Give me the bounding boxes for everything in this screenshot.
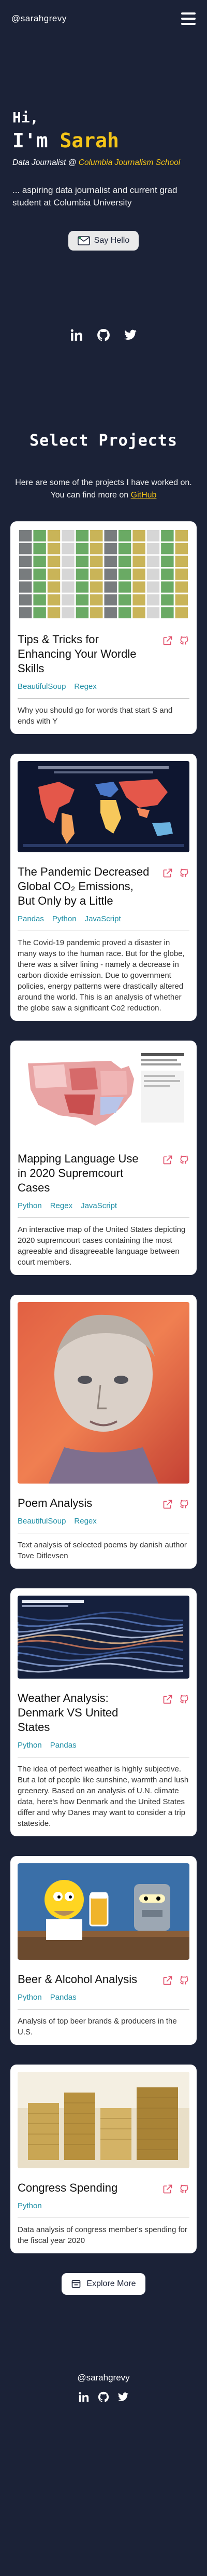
divider	[18, 1217, 189, 1218]
hero-social-links	[12, 328, 195, 344]
github-icon[interactable]	[98, 2391, 109, 2405]
projects-intro: Here are some of the projects I have wor…	[10, 477, 197, 502]
github-icon[interactable]	[179, 2184, 189, 2194]
project-card-supremecourt[interactable]: Mapping Language Use in 2020 Supremcourt…	[10, 1041, 197, 1275]
name-text: Sarah	[60, 129, 119, 152]
github-icon[interactable]	[179, 1155, 189, 1165]
project-description: Data analysis of congress member's spend…	[18, 2225, 188, 2245]
project-card-poem[interactable]: Poem Analysis BeautifulSoup Regex Text a…	[10, 1295, 197, 1569]
footer-social-links	[78, 2391, 129, 2405]
tag: Python	[52, 915, 77, 923]
projects-intro-line: Here are some of the projects I have wor…	[15, 478, 192, 487]
greeting: Hi,	[12, 109, 39, 126]
top-bar: @sarahgrevy	[0, 0, 207, 37]
projects-section: Select Projects Here are some of the pro…	[0, 432, 207, 2366]
world-map-thumbnail	[18, 761, 189, 852]
github-icon[interactable]	[179, 868, 189, 878]
cartoon-beer-thumbnail	[18, 1863, 189, 1960]
external-link-icon[interactable]	[162, 1975, 173, 1986]
project-card-weather[interactable]: Weather Analysis: Denmark VS United Stat…	[10, 1588, 197, 1836]
project-card-wordle[interactable]: Tips & Tricks for Enhancing Your Wordle …	[10, 521, 197, 734]
project-card-beer[interactable]: Beer & Alcohol Analysis Python Pandas An…	[10, 1856, 197, 2045]
say-hello-button[interactable]: Say Hello	[68, 231, 139, 251]
project-description: The Covid-19 pandemic proved a disaster …	[18, 938, 185, 1013]
projects-intro-more: You can find more on	[50, 491, 131, 500]
role-line: Data Journalist @ Columbia Journalism Sc…	[12, 157, 195, 169]
github-icon[interactable]	[179, 1694, 189, 1705]
external-link-icon[interactable]	[162, 1694, 173, 1705]
folder-icon	[72, 2280, 81, 2288]
project-title: The Pandemic Decreased Global CO₂ Emissi…	[18, 865, 150, 907]
github-icon[interactable]	[179, 1975, 189, 1986]
github-icon[interactable]	[97, 328, 110, 344]
explore-more-button[interactable]: Explore More	[62, 2273, 145, 2295]
project-card-co2[interactable]: The Pandemic Decreased Global CO₂ Emissi…	[10, 754, 197, 1021]
external-link-icon[interactable]	[162, 868, 173, 878]
footer-handle[interactable]: @sarahgrevy	[77, 2373, 129, 2383]
tag: Regex	[74, 682, 97, 691]
tag: Python	[18, 1741, 42, 1750]
footer: @sarahgrevy	[0, 2366, 207, 2515]
project-description: Text analysis of selected poems by danis…	[18, 1541, 187, 1560]
school-link[interactable]: Columbia Journalism School	[79, 158, 180, 167]
hamburger-icon[interactable]	[181, 12, 196, 25]
tagline: ... aspiring data journalist and current…	[12, 185, 178, 207]
project-description: Analysis of top beer brands & producers …	[18, 2017, 177, 2037]
email-icon	[77, 236, 90, 245]
us-map-thumbnail	[18, 1048, 189, 1139]
project-description: The idea of perfect weather is highly su…	[18, 1765, 189, 1828]
tag: Python	[18, 1201, 42, 1210]
portrait-thumbnail	[18, 1302, 189, 1484]
say-hello-label: Say Hello	[94, 236, 130, 245]
tag: JavaScript	[84, 915, 121, 923]
role-text: Data Journalist @	[12, 158, 77, 167]
project-title: Beer & Alcohol Analysis	[18, 1973, 138, 1986]
linkedin-icon[interactable]	[70, 328, 83, 344]
hero-section: Hi, I'm Sarah Data Journalist @ Columbia…	[0, 37, 207, 388]
money-stack-thumbnail	[18, 2072, 189, 2168]
divider	[18, 698, 189, 699]
tag: Regex	[50, 1201, 73, 1210]
project-title: Poem Analysis	[18, 1497, 93, 1509]
github-link[interactable]: GitHub	[131, 491, 157, 500]
tag: Pandas	[50, 1993, 77, 2002]
project-description: An interactive map of the United States …	[18, 1225, 186, 1267]
external-link-icon[interactable]	[162, 635, 173, 646]
external-link-icon[interactable]	[162, 2184, 173, 2194]
tag: JavaScript	[81, 1201, 117, 1210]
project-title: Weather Analysis: Denmark VS United Stat…	[18, 1692, 119, 1734]
twitter-icon[interactable]	[124, 328, 137, 344]
divider	[18, 2009, 189, 2010]
project-title: Congress Spending	[18, 2181, 118, 2194]
projects-title: Select Projects	[29, 432, 178, 450]
im-text: I'm	[12, 129, 48, 152]
project-description: Why you should go for words that start S…	[18, 706, 173, 726]
tag: Python	[18, 2201, 42, 2210]
project-title: Tips & Tricks for Enhancing Your Wordle …	[18, 633, 137, 675]
tag: Regex	[74, 1517, 97, 1526]
tag: Pandas	[18, 915, 44, 923]
weather-chart-thumbnail	[18, 1596, 189, 1679]
external-link-icon[interactable]	[162, 1155, 173, 1165]
project-list: Tips & Tricks for Enhancing Your Wordle …	[10, 521, 197, 2253]
site-handle[interactable]: @sarahgrevy	[11, 13, 67, 24]
project-card-congress[interactable]: Congress Spending Python Data analysis o…	[10, 2065, 197, 2253]
wordle-grid-thumbnail	[18, 529, 189, 620]
tag: Pandas	[50, 1741, 77, 1750]
tag: Python	[18, 1993, 42, 2002]
github-icon[interactable]	[179, 635, 189, 646]
tag: BeautifulSoup	[18, 1517, 66, 1526]
external-link-icon[interactable]	[162, 1499, 173, 1509]
intro-name: I'm Sarah	[12, 129, 195, 152]
github-icon[interactable]	[179, 1499, 189, 1509]
explore-more-label: Explore More	[86, 2279, 136, 2288]
twitter-icon[interactable]	[117, 2391, 129, 2405]
project-title: Mapping Language Use in 2020 Supremcourt…	[18, 1152, 139, 1194]
linkedin-icon[interactable]	[78, 2391, 90, 2405]
tag: BeautifulSoup	[18, 682, 66, 691]
